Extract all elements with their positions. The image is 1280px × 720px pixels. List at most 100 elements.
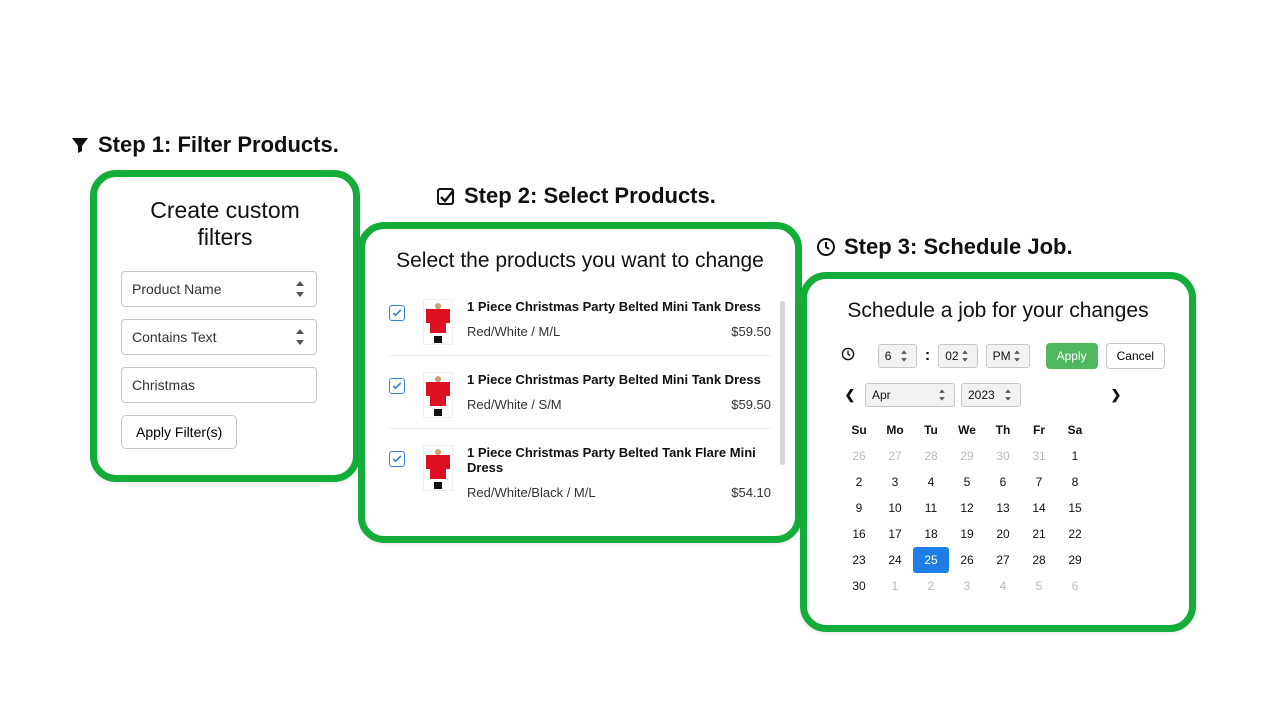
month-select[interactable]: Apr [865,383,955,407]
calendar-day[interactable]: 26 [949,547,985,573]
step3-heading-text: Step 3: Schedule Job. [844,234,1073,260]
calendar-day[interactable]: 21 [1021,521,1057,547]
calendar-day: 28 [913,443,949,469]
hour-select[interactable]: 6 [878,344,917,368]
product-price: $59.50 [731,397,771,412]
calendar-dow: Sa [1057,417,1093,443]
ampm-select[interactable]: PM [986,344,1030,368]
time-colon: : [925,347,930,365]
filter-field-select-value: Product Name [132,281,221,297]
calendar-dow: Fr [1021,417,1057,443]
chevron-updown-icon [960,350,968,361]
calendar-day[interactable]: 1 [1057,443,1093,469]
apply-filters-button[interactable]: Apply Filter(s) [121,415,237,449]
calendar-dow: Su [841,417,877,443]
step1-card: Create custom filters Product Name Conta… [90,170,360,482]
calendar-day[interactable]: 5 [949,469,985,495]
calendar-day[interactable]: 25 [913,547,949,573]
scrollbar[interactable] [780,301,785,465]
product-price: $59.50 [731,324,771,339]
step1-heading: Step 1: Filter Products. [70,132,339,158]
schedule-apply-button[interactable]: Apply [1046,343,1098,369]
calendar-day[interactable]: 18 [913,521,949,547]
step3-card: Schedule a job for your changes 6 : 02 P… [800,272,1196,632]
calendar-day[interactable]: 12 [949,495,985,521]
calendar-day: 4 [985,573,1021,599]
calendar-day[interactable]: 16 [841,521,877,547]
filter-value-input[interactable]: Christmas [121,367,317,403]
hour-value: 6 [885,349,892,363]
chevron-updown-icon [294,329,306,345]
ampm-value: PM [993,349,1011,363]
schedule-cancel-button[interactable]: Cancel [1106,343,1165,369]
filter-icon [70,135,90,155]
calendar-day[interactable]: 3 [877,469,913,495]
year-value: 2023 [968,388,995,402]
month-row: ❮ Apr 2023 ❯ [841,383,1165,407]
calendar: SuMoTuWeThFrSa26272829303112345678910111… [841,417,1165,599]
chevron-updown-icon [294,281,306,297]
calendar-day: 29 [949,443,985,469]
product-checkbox[interactable] [389,378,405,394]
step2-heading: Step 2: Select Products. [436,183,716,209]
calendar-day[interactable]: 23 [841,547,877,573]
calendar-day[interactable]: 30 [841,573,877,599]
calendar-day[interactable]: 8 [1057,469,1093,495]
calendar-dow: Th [985,417,1021,443]
calendar-day: 26 [841,443,877,469]
calendar-day[interactable]: 22 [1057,521,1093,547]
product-variant: Red/White/Black / M/L [467,485,596,500]
calendar-day[interactable]: 15 [1057,495,1093,521]
calendar-day[interactable]: 29 [1057,547,1093,573]
product-info: 1 Piece Christmas Party Belted Mini Tank… [467,372,771,412]
product-info: 1 Piece Christmas Party Belted Mini Tank… [467,299,771,339]
calendar-day[interactable]: 2 [841,469,877,495]
calendar-day[interactable]: 13 [985,495,1021,521]
step2-card-title: Select the products you want to change [389,249,771,273]
calendar-day[interactable]: 10 [877,495,913,521]
filter-match-select-value: Contains Text [132,329,217,345]
calendar-day[interactable]: 28 [1021,547,1057,573]
product-checkbox[interactable] [389,451,405,467]
calendar-dow: Mo [877,417,913,443]
calendar-day[interactable]: 11 [913,495,949,521]
filter-value-input-text: Christmas [132,377,195,393]
product-variant: Red/White / S/M [467,397,562,412]
step1-heading-text: Step 1: Filter Products. [98,132,339,158]
calendar-day: 1 [877,573,913,599]
calendar-day[interactable]: 4 [913,469,949,495]
filter-field-select[interactable]: Product Name [121,271,317,307]
chevron-updown-icon [900,350,908,361]
calendar-day: 31 [1021,443,1057,469]
calendar-day[interactable]: 7 [1021,469,1057,495]
calendar-dow: Tu [913,417,949,443]
time-row: 6 : 02 PM Apply Cancel [841,343,1165,369]
calendar-dow: We [949,417,985,443]
calendar-day[interactable]: 14 [1021,495,1057,521]
calendar-day[interactable]: 19 [949,521,985,547]
calendar-day: 27 [877,443,913,469]
product-list: 1 Piece Christmas Party Belted Mini Tank… [389,293,771,510]
minute-value: 02 [945,349,958,363]
calendar-day[interactable]: 17 [877,521,913,547]
minute-select[interactable]: 02 [938,344,977,368]
chevron-updown-icon [1012,350,1020,361]
calendar-day[interactable]: 27 [985,547,1021,573]
calendar-day: 3 [949,573,985,599]
product-checkbox[interactable] [389,305,405,321]
calendar-day: 30 [985,443,1021,469]
prev-month-button[interactable]: ❮ [841,387,859,403]
next-month-button[interactable]: ❯ [1107,387,1125,403]
step3-heading: Step 3: Schedule Job. [816,234,1073,260]
year-select[interactable]: 2023 [961,383,1021,407]
product-row: 1 Piece Christmas Party Belted Tank Flar… [389,439,771,510]
clock-icon [816,237,836,257]
product-name: 1 Piece Christmas Party Belted Tank Flar… [467,445,771,475]
calendar-day: 6 [1057,573,1093,599]
calendar-day[interactable]: 20 [985,521,1021,547]
filter-match-select[interactable]: Contains Text [121,319,317,355]
calendar-day[interactable]: 9 [841,495,877,521]
calendar-day[interactable]: 6 [985,469,1021,495]
calendar-day[interactable]: 24 [877,547,913,573]
product-variant: Red/White / M/L [467,324,560,339]
